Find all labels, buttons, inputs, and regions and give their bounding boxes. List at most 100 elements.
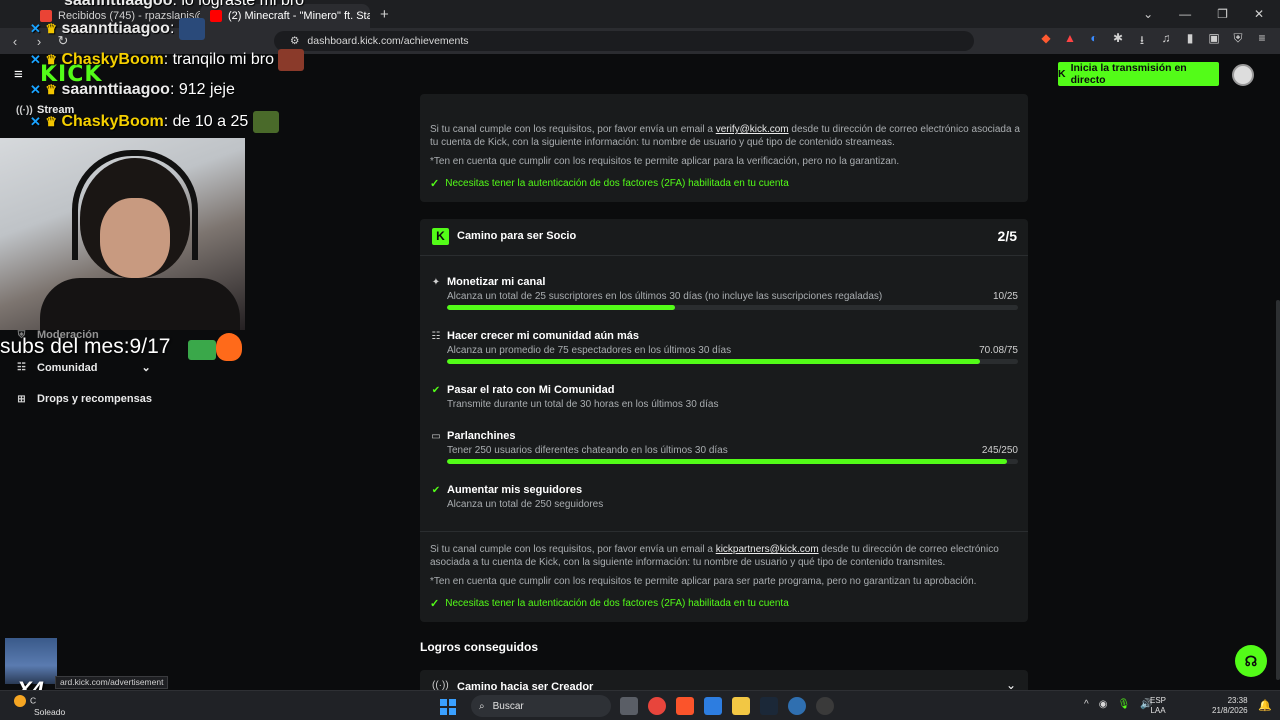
mic-icon[interactable]: 🎙: [1117, 699, 1130, 710]
extension-icon[interactable]: ✱: [1112, 31, 1124, 52]
chat-message: ✕ ♛ saannttiaagoo: 912 jeje: [30, 81, 235, 98]
vpn-icon[interactable]: ⛨: [1232, 31, 1244, 52]
progress-bar: [447, 459, 1018, 464]
sidebar-item-label: Drops y recompensas: [37, 393, 152, 405]
verify-email-link[interactable]: verify@kick.com: [716, 124, 789, 135]
chat-username: ChaskyBoom: [61, 51, 164, 69]
clock-date: 21/8/2026: [1212, 706, 1248, 715]
search-icon: ⌕: [479, 700, 485, 712]
sidebar-item-drops[interactable]: ⊞ Drops y recompensas: [16, 393, 152, 405]
chat-username: ChaskyBoom: [61, 113, 164, 131]
community-icon: ☷: [17, 362, 26, 373]
goal-item: ✔ Aumentar mis seguidores Alcanza un tot…: [430, 484, 1018, 514]
wallet-icon[interactable]: ▣: [1208, 31, 1220, 52]
ccleaner-icon[interactable]: [788, 697, 806, 715]
crown-badge-icon: ♛: [45, 52, 58, 68]
support-chat-button[interactable]: ☊: [1235, 645, 1267, 677]
system-tray: ^ ◉ 🎙 🔊: [1084, 699, 1153, 710]
goal-count: 2/5: [997, 228, 1017, 244]
chrome-icon[interactable]: [648, 697, 666, 715]
file-explorer-icon[interactable]: [732, 697, 750, 715]
check-icon: ✓: [430, 178, 440, 190]
goal-item: ▭ Parlanchines Tener 250 usuarios difere…: [430, 430, 1018, 466]
crown-badge-icon: ♛: [45, 114, 58, 130]
emote-icon: [178, 18, 205, 40]
music-icon[interactable]: ♫: [1160, 31, 1172, 52]
sword-badge-icon: ✕: [30, 52, 41, 68]
verification-card: Si tu canal cumple con los requisitos, p…: [420, 94, 1028, 202]
chevron-down-icon: ⌄: [141, 362, 151, 374]
chat-text: de 10 a 25: [172, 113, 249, 131]
crown-badge-icon: ♛: [45, 21, 58, 37]
kick-k-icon: K: [1058, 68, 1066, 80]
partner-path-card: K Camino para ser Socio 2/5 ✦ Monetizar …: [420, 219, 1028, 622]
progress-bar: [447, 305, 1018, 310]
minimize-icon[interactable]: —: [1179, 7, 1191, 21]
goal-desc: Alcanza un promedio de 75 espectadores e…: [447, 345, 732, 356]
sidebar-icon[interactable]: ▮: [1184, 31, 1196, 52]
sword-badge-icon: ✕: [30, 21, 41, 37]
start-live-button[interactable]: K Inicia la transmisión en directo: [1058, 62, 1219, 86]
language-indicator[interactable]: ESP LAA: [1150, 696, 1166, 716]
sidebar-item-community[interactable]: ☷ Comunidad ⌄: [16, 361, 151, 375]
chat-message: ✕ ♛ ChaskyBoom: de 10 a 25: [30, 111, 279, 133]
goal-title: Aumentar mis seguidores: [447, 484, 583, 496]
clock[interactable]: 23:38 21/8/2026: [1212, 696, 1248, 716]
goal-item: ✦ Monetizar mi canal Alcanza un total de…: [430, 276, 1018, 312]
emote-icon: [252, 111, 279, 133]
card-title: Camino para ser Socio: [457, 230, 577, 242]
requirement-text: Necesitas tener la autenticación de dos …: [445, 178, 789, 189]
translate-icon[interactable]: ◐: [1088, 31, 1100, 52]
extension-toolbar: ◆ ▲ ◐ ✱ ⭳ ♫ ▮ ▣ ⛨ ≡: [1040, 31, 1280, 52]
menu-icon[interactable]: ≡: [1256, 31, 1268, 52]
partner-card-header: K Camino para ser Socio 2/5: [420, 219, 1028, 255]
brave-icon[interactable]: [676, 697, 694, 715]
chat-message: ✕ ♛ saannttiaagoo:: [30, 18, 205, 40]
weather-widget[interactable]: C Soleado: [14, 695, 65, 717]
check-circle-icon: ✔: [431, 385, 441, 396]
avatar[interactable]: [1232, 64, 1254, 86]
task-view-icon[interactable]: [620, 697, 638, 715]
goal-value: 70.08/75: [979, 345, 1018, 356]
goal-value: 245/250: [981, 445, 1018, 456]
chevron-up-icon[interactable]: ^: [1084, 699, 1089, 710]
verification-instructions: Si tu canal cumple con los requisitos, p…: [430, 124, 1020, 148]
chat-icon: ▭: [431, 431, 441, 442]
divider: [420, 255, 1028, 256]
discord-icon[interactable]: ◉: [1099, 699, 1108, 710]
close-icon[interactable]: ✕: [1254, 7, 1264, 21]
subs-counter: subs del mes:9/17: [0, 335, 171, 358]
goal-title: Pasar el rato con Mi Comunidad: [447, 384, 615, 396]
notification-icon[interactable]: 🔔: [1258, 699, 1272, 712]
check-circle-icon: ✔: [431, 485, 441, 496]
drops-icon: ⊞: [17, 393, 26, 405]
2fa-requirement: ✓ Necesitas tener la autenticación de do…: [430, 597, 789, 610]
rewards-icon[interactable]: ▲: [1064, 31, 1076, 52]
goal-title: Hacer crecer mi comunidad aún más: [447, 330, 639, 342]
taskbar-search[interactable]: ⌕ Buscar: [471, 695, 611, 717]
partner-instructions: Si tu canal cumple con los requisitos, p…: [430, 544, 999, 568]
url-field[interactable]: ⚙ dashboard.kick.com/achievements: [274, 31, 974, 51]
store-icon[interactable]: [704, 697, 722, 715]
sword-badge-icon: ✕: [30, 114, 41, 130]
money-emote-icon: [188, 340, 216, 360]
tab-search-icon[interactable]: ⌄: [1143, 7, 1153, 21]
maximize-icon[interactable]: ❐: [1217, 7, 1228, 21]
2fa-requirement: ✓ Necesitas tener la autenticación de do…: [430, 177, 789, 190]
scrollbar[interactable]: [1276, 300, 1280, 680]
windows-start-icon[interactable]: [440, 699, 456, 715]
chat-username: saannttiaagoo: [61, 81, 170, 98]
windows-taskbar: C Soleado ⌕ Buscar ^ ◉ 🎙 🔊 ESP LAA 23:38 …: [0, 690, 1280, 720]
chat-message: ✕ ♛ ChaskyBoom: tranqilo mi bro: [30, 49, 305, 71]
taskbar-apps: [620, 697, 834, 715]
partner-email-link[interactable]: kickpartners@kick.com: [716, 544, 819, 555]
steam-icon[interactable]: [760, 697, 778, 715]
goal-desc: Tener 250 usuarios diferentes chateando …: [447, 445, 728, 456]
obs-icon[interactable]: [816, 697, 834, 715]
new-tab-button[interactable]: +: [370, 6, 399, 23]
goal-title: Parlanchines: [447, 430, 516, 442]
webcam-feed: [0, 138, 245, 330]
download-icon[interactable]: ⭳: [1136, 31, 1148, 52]
check-icon: ✓: [430, 598, 440, 610]
brave-shield-icon[interactable]: ◆: [1040, 31, 1052, 52]
